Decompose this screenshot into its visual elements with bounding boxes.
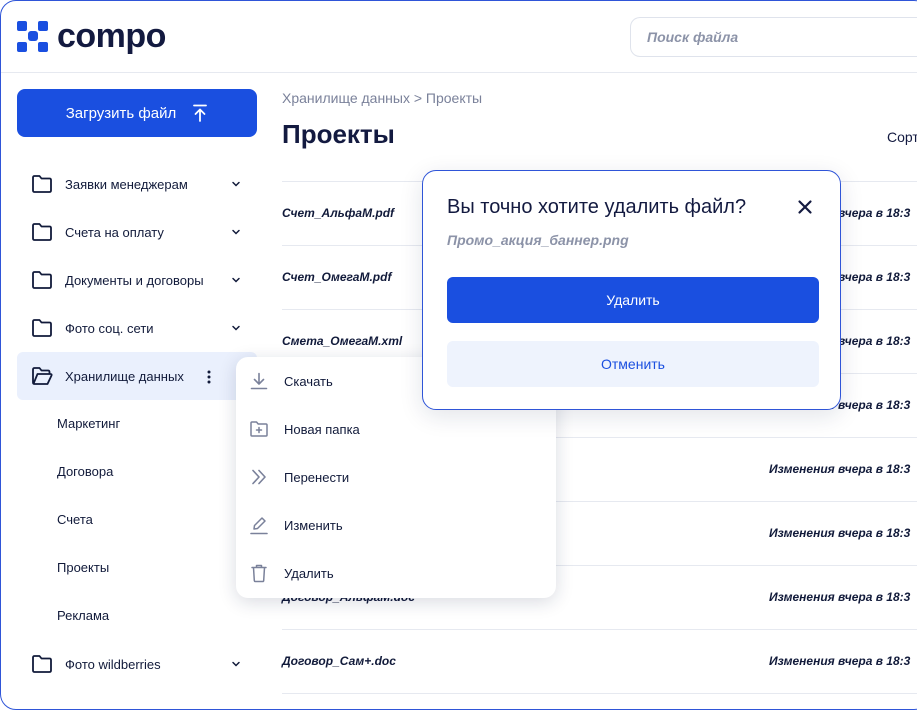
breadcrumb[interactable]: Хранилище данных > Проекты — [282, 90, 482, 106]
row-divider — [282, 629, 917, 630]
file-modified: Изменения вчера в 18:3 — [769, 462, 911, 476]
sidebar-item-manager-requests[interactable]: Заявки менеджерам — [17, 160, 257, 208]
app-window: compo Поиск файла Загрузить файл Заявки … — [0, 0, 917, 710]
sidebar-item-label: Счета на оплату — [65, 224, 164, 240]
folder-icon — [32, 271, 52, 289]
sidebar-subitem-marketing[interactable]: Маркетинг — [57, 414, 120, 434]
confirm-delete-button[interactable]: Удалить — [447, 277, 819, 323]
menu-item-label: Перенести — [284, 469, 350, 485]
folder-open-icon — [32, 367, 53, 385]
trash-icon — [251, 564, 267, 583]
download-icon — [250, 372, 268, 390]
folder-plus-icon — [250, 421, 268, 437]
confirm-delete-label: Удалить — [606, 292, 660, 308]
file-modified: Изменения вчера в 18:3 — [769, 590, 911, 604]
sort-dropdown[interactable]: Сорт — [887, 129, 917, 145]
delete-confirm-dialog: Вы точно хотите удалить файл? Промо_акци… — [422, 170, 841, 410]
sidebar-item-label: Хранилище данных — [65, 368, 184, 384]
sidebar-item-social-photos[interactable]: Фото соц. сети — [17, 304, 257, 352]
menu-item-label: Новая папка — [284, 421, 360, 437]
file-name[interactable]: Смета_ОмегаМ.xml — [282, 334, 402, 348]
folder-icon — [32, 319, 52, 337]
sidebar-subitem-invoices[interactable]: Счета — [57, 510, 93, 530]
file-modified: Изменения вчера в 18:3 — [769, 654, 911, 668]
chevron-down-icon[interactable] — [231, 227, 241, 237]
file-name[interactable]: Счет_ОмегаМ.pdf — [282, 270, 391, 284]
close-icon[interactable] — [797, 199, 813, 215]
sidebar-subitem-projects[interactable]: Проекты — [57, 558, 109, 578]
file-modified: Изменения вчера в 18:3 — [769, 526, 911, 540]
chevron-down-icon[interactable] — [231, 323, 241, 333]
folder-icon — [32, 223, 52, 241]
upload-icon — [193, 104, 208, 122]
sidebar-item-wildberries-photos[interactable]: Фото wildberries — [17, 640, 257, 688]
sidebar-subitem-contracts[interactable]: Договора — [57, 462, 113, 482]
page-title: Проекты — [282, 119, 395, 149]
dialog-title: Вы точно хотите удалить файл? — [447, 196, 747, 218]
file-name[interactable]: Договор_Сам+.doc — [282, 654, 396, 668]
logo-mark-icon — [17, 20, 48, 52]
sidebar-subitem-ads[interactable]: Реклама — [57, 606, 109, 626]
sidebar-item-label: Фото wildberries — [65, 656, 161, 672]
logo[interactable]: compo — [17, 19, 166, 53]
cancel-button[interactable]: Отменить — [447, 341, 819, 387]
chevron-down-icon[interactable] — [231, 275, 241, 285]
sidebar-item-documents[interactable]: Документы и договоры — [17, 256, 257, 304]
menu-item-label: Удалить — [284, 565, 334, 581]
chevron-down-icon[interactable] — [231, 179, 241, 189]
file-name[interactable]: Счет_АльфаМ.pdf — [282, 206, 394, 220]
menu-item-new-folder[interactable]: Новая папка — [236, 405, 556, 453]
pencil-icon — [250, 517, 268, 535]
dialog-file-name: Промо_акция_баннер.png — [447, 232, 629, 248]
menu-item-delete[interactable]: Удалить — [236, 549, 556, 597]
sidebar-item-invoices[interactable]: Счета на оплату — [17, 208, 257, 256]
sidebar-item-data-storage[interactable]: Хранилище данных — [17, 352, 257, 400]
chevrons-right-icon — [252, 469, 266, 485]
menu-item-label: Изменить — [284, 517, 343, 533]
chevron-down-icon[interactable] — [231, 659, 241, 669]
menu-item-edit[interactable]: Изменить — [236, 501, 556, 549]
logo-text: compo — [57, 17, 166, 55]
menu-item-move[interactable]: Перенести — [236, 453, 556, 501]
sidebar-item-label: Фото соц. сети — [65, 320, 154, 336]
search-placeholder: Поиск файла — [647, 29, 739, 45]
upload-button-label: Загрузить файл — [65, 104, 177, 122]
folder-icon — [32, 175, 52, 193]
header-divider — [1, 72, 917, 73]
more-vertical-icon[interactable] — [207, 370, 211, 384]
upload-file-button[interactable]: Загрузить файл — [17, 89, 257, 137]
sidebar-item-label: Заявки менеджерам — [65, 176, 188, 192]
cancel-label: Отменить — [601, 356, 665, 372]
sidebar-item-label: Документы и договоры — [65, 272, 204, 288]
menu-item-label: Скачать — [284, 373, 333, 389]
row-divider — [282, 693, 917, 694]
search-input[interactable]: Поиск файла — [630, 17, 917, 57]
folder-icon — [32, 655, 52, 673]
